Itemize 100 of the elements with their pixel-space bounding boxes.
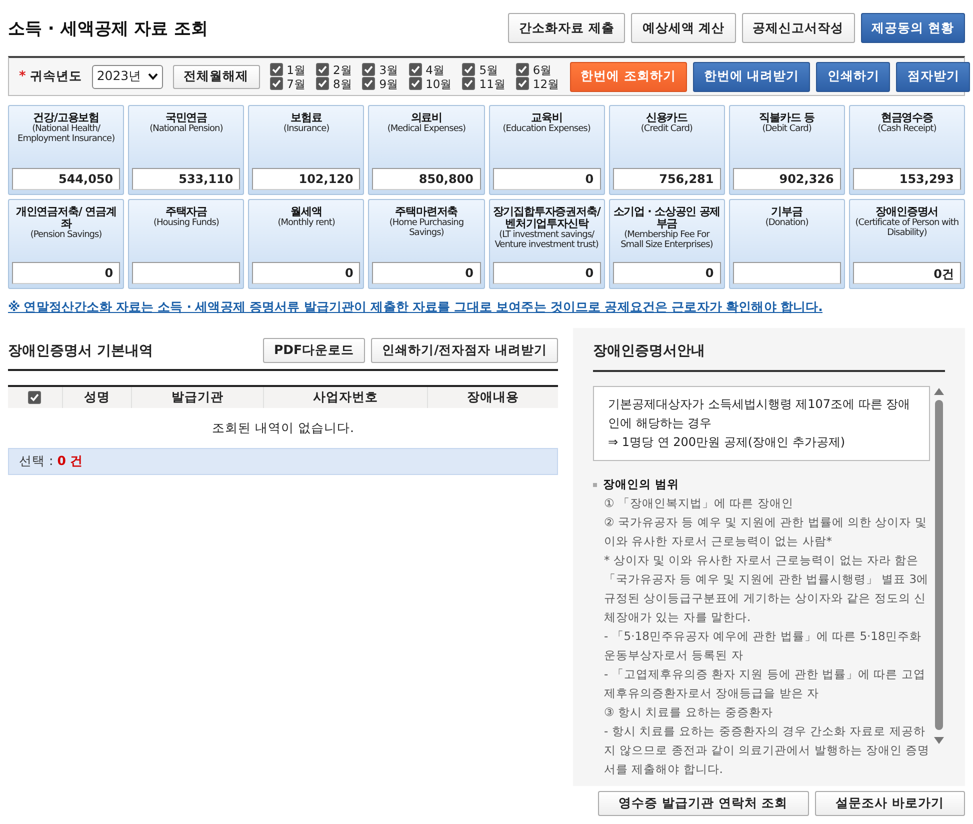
category-title: 기부금 (771, 206, 802, 218)
category-subtitle: (Credit Card) (640, 124, 692, 134)
amount-field: 0 (612, 262, 721, 284)
month-checkbox[interactable] (462, 63, 476, 76)
year-select[interactable]: 2023년 (92, 64, 163, 88)
category-subtitle: (Insurance) (283, 124, 330, 134)
detail-button[interactable]: 인쇄하기/전자점자 내려받기 (371, 338, 558, 363)
month-label: 9월 (379, 76, 399, 90)
category-card[interactable]: 의료비 (Medical Expenses) 850,800 (368, 105, 484, 195)
year-label: 귀속년도 (30, 68, 82, 85)
category-card[interactable]: 장기집합투자증권저축/ 벤처기업투자신탁 (LT investment savings/ Venture investment trust) 0 (488, 199, 605, 289)
category-card[interactable]: 건강/고용보험 (National Health/ Employment Insurance) 544,050 (8, 105, 124, 195)
info-text: 기본공제대상자가 소득세법시행령 제107조에 따른 장애인에 해당하는 경우 (608, 396, 912, 432)
empty-message: 조회된 내역이 없습니다. (8, 408, 558, 448)
category-card[interactable]: 직불카드 등 (Debit Card) 902,326 (728, 105, 845, 195)
category-card[interactable]: 장애인증명서 (Certificate of Person with Disability) 0건 (848, 199, 965, 289)
summary-count: 0 건 (57, 453, 84, 470)
column-header: 장애내용 (427, 386, 558, 408)
guide-text: - 항시 치료를 요하는 중증환자의 경우 간소화 자료로 제공하지 않으므로 종전과 같이 의료기관에서 발행하는 장애인 증명서를 제출해야 합니다. (603, 723, 930, 778)
category-card[interactable]: 주택마련저축 (Home Purchasing Savings) 0 (368, 199, 484, 289)
info-text: ⇒ 1명당 연 200만원 공제(장애인 추가공제) (608, 434, 846, 451)
category-card[interactable]: 교육비 (Education Expenses) 0 (488, 105, 605, 195)
amount-field: 756,281 (612, 168, 721, 190)
amount-field: 902,326 (732, 168, 841, 190)
amount-field: 0 (372, 262, 480, 284)
amount-field: 153,293 (852, 168, 961, 190)
category-title: 장애인증명서 (876, 206, 938, 218)
action-button[interactable]: 인쇄하기 (816, 62, 890, 92)
select-all-checkbox[interactable] (28, 391, 42, 404)
month-checkbox[interactable] (270, 77, 283, 90)
clear-months-button[interactable]: 전체월해제 (172, 64, 260, 88)
month-checkbox[interactable] (462, 77, 476, 90)
month-checkbox[interactable] (270, 63, 283, 76)
category-card[interactable]: 월세액 (Monthly rent) 0 (248, 199, 364, 289)
detail-button[interactable]: PDF다운로드 (263, 338, 366, 363)
guide-heading: 장애인의 범위 (603, 476, 680, 493)
category-subtitle: (Medical Expenses) (387, 124, 466, 134)
month-label: 10월 (426, 76, 452, 90)
amount-field: 0 (252, 262, 360, 284)
panel-title: 장애인증명서안내 (593, 338, 945, 372)
month-checkbox[interactable] (362, 77, 376, 90)
month-checkbox[interactable] (408, 63, 422, 76)
month-label: 4월 (426, 62, 445, 76)
column-header: 발급기관 (132, 386, 264, 408)
header-button[interactable]: 공제신고서작성 (742, 13, 855, 43)
month-label: 1월 (286, 62, 306, 76)
column-header: 사업자번호 (264, 386, 428, 408)
month-label: 2월 (332, 62, 352, 76)
footer-button[interactable]: 영수증 발급기관 연락처 조회 (598, 791, 809, 816)
guide-text: ③ 항시 치료를 요하는 중증환자 (603, 704, 774, 721)
month-checkbox[interactable] (516, 63, 529, 76)
category-subtitle: (LT investment savings/ Venture investment trust) (494, 230, 600, 250)
amount-field: 533,110 (132, 168, 240, 190)
category-subtitle: (National Pension) (150, 124, 223, 134)
amount-field: 544,050 (12, 168, 120, 190)
guide-text: * 상이자 및 이와 유사한 자로서 근로능력이 없는 자라 함은 「국가유공자 등 예우 및 지원에 관한 법률시행령」 별표 3에 규정된 상이등급구분표에 게기하는 상이자와 같은 정도의 신체장애가 있는 자를 말한다. (603, 552, 930, 626)
category-card[interactable]: 기부금 (Donation) (728, 199, 845, 289)
category-title: 현금영수증 (880, 112, 933, 124)
category-card[interactable]: 신용카드 (Credit Card) 756,281 (608, 105, 725, 195)
header-button[interactable]: 예상세액 계산 (631, 13, 736, 43)
chevron-icon (148, 73, 158, 80)
category-subtitle: (Monthly rent) (278, 218, 335, 228)
amount-field: 0 (492, 262, 601, 284)
category-subtitle: (Donation) (765, 218, 808, 228)
month-checkbox[interactable] (362, 63, 376, 76)
category-title: 장기집합투자증권저축/ 벤처기업투자신탁 (492, 206, 601, 230)
month-checkbox[interactable] (316, 77, 329, 90)
category-title: 교육비 (530, 112, 562, 124)
category-card[interactable]: 국민연금 (National Pension) 533,110 (128, 105, 244, 195)
category-title: 신용카드 (646, 112, 688, 124)
category-subtitle: (Debit Card) (762, 124, 812, 134)
page-title: 소득 · 세액공제 자료 조회 (8, 18, 208, 40)
month-label: 7월 (286, 76, 306, 90)
category-card[interactable]: 개인연금저축/ 연금계좌 (Pension Savings) 0 (8, 199, 124, 289)
amount-field: 0 (12, 262, 120, 284)
action-button[interactable]: 한번에 내려받기 (692, 62, 810, 92)
footer-button[interactable]: 설문조사 바로가기 (814, 791, 965, 816)
category-subtitle: (Pension Savings) (30, 230, 102, 240)
month-label: 12월 (532, 76, 560, 90)
amount-field: 0 (492, 168, 601, 190)
category-subtitle: (Education Expenses) (502, 124, 590, 134)
month-label: 5월 (479, 62, 499, 76)
month-checkbox[interactable] (316, 63, 329, 76)
month-checkbox[interactable] (408, 77, 422, 90)
category-card[interactable]: 현금영수증 (Cash Receipt) 153,293 (848, 105, 965, 195)
action-button[interactable]: 점자받기 (896, 62, 970, 92)
category-title: 주택마련저축 (395, 206, 458, 218)
amount-field: 102,120 (252, 168, 360, 190)
category-card[interactable]: 보험료 (Insurance) 102,120 (248, 105, 364, 195)
header-button[interactable]: 제공동의 현황 (860, 13, 965, 43)
category-card[interactable]: 주택자금 (Housing Funds) (128, 199, 244, 289)
category-title: 국민연금 (165, 112, 207, 124)
month-label: 8월 (332, 76, 352, 90)
month-label: 3월 (379, 62, 399, 76)
header-button[interactable]: 간소화자료 제출 (508, 13, 626, 43)
notice-link[interactable]: ※ 연말정산간소화 자료는 소득 · 세액공제 증명서류 발급기관이 제출한 자료를 그대로 보여주는 것이므로 공제요건은 근로자가 확인해야 합니다. (8, 299, 965, 316)
category-card[interactable]: 소기업 · 소상공인 공제부금 (Membership Fee For Small Size Enterprises) 0 (608, 199, 725, 289)
month-checkbox[interactable] (516, 77, 529, 90)
column-header: 성명 (62, 386, 132, 408)
month-label: 6월 (532, 62, 552, 76)
